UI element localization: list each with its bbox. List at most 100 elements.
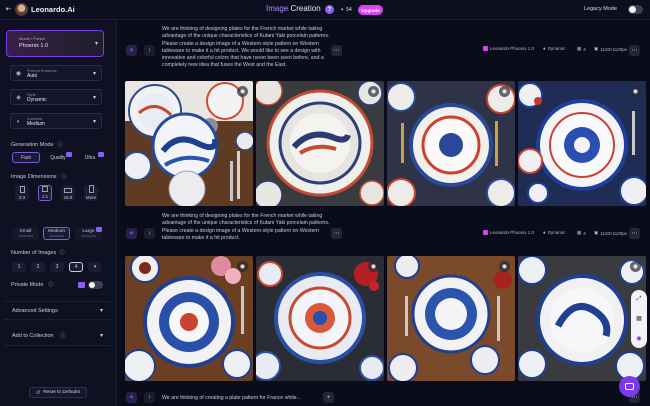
reset-label: Reset to Defaults	[43, 390, 80, 395]
image-dimensions-label: Image Dimensions	[11, 174, 57, 180]
more-options-button[interactable]: ⋯	[331, 228, 342, 239]
plate-artwork-3	[387, 81, 515, 206]
generation-prompt: We are thinking of creating a plate patt…	[162, 395, 301, 401]
style-select[interactable]: ◈ Style Dynamic ▾	[10, 89, 102, 105]
premium-icon	[98, 152, 104, 157]
size-medium-button[interactable]: Medium 1120x1120	[43, 227, 70, 240]
legacy-mode-toggle-knob	[629, 6, 636, 13]
chevron-down-icon: ▾	[94, 41, 98, 47]
generation-settings-button[interactable]: ✧	[126, 45, 137, 56]
upgrade-button[interactable]: Upgrade	[358, 5, 383, 15]
token-counter[interactable]: ✦ 54	[340, 5, 352, 15]
legacy-mode-toggle[interactable]	[628, 5, 643, 14]
assistant-icon[interactable]: ◉	[636, 335, 641, 342]
generation-count: 4	[583, 46, 586, 52]
add-button[interactable]: +	[323, 392, 334, 403]
aspect-1-1-label: 1:1	[41, 194, 49, 199]
generated-image[interactable]: ◉	[387, 256, 515, 381]
aspect-2-3-button[interactable]: 2:3	[15, 185, 29, 201]
reuse-prompt-button[interactable]: ↑	[144, 45, 155, 56]
generation-settings-button[interactable]: ✧	[126, 392, 137, 403]
num-images-3-button[interactable]: 3	[50, 262, 64, 272]
aspect-16-9-button[interactable]: 16:9	[61, 185, 75, 201]
prompt-enhance-select[interactable]: ◉ Prompt Enhance Auto ▾	[10, 65, 102, 81]
generation-menu-button[interactable]: ⋯	[629, 45, 640, 56]
view-icon[interactable]: ◉	[630, 86, 641, 97]
info-icon[interactable]: ⓘ	[61, 174, 67, 180]
size-large-dimensions: 1472x1472	[81, 234, 96, 238]
generated-image[interactable]: ◉	[387, 81, 515, 206]
avatar[interactable]	[15, 3, 28, 16]
mode-fast-button[interactable]: Fast	[12, 152, 40, 163]
page-title-part2: Creation	[290, 4, 321, 13]
generation-count-info: ▩ 4	[577, 230, 586, 236]
generated-image[interactable]: ◉	[518, 81, 646, 206]
style-value: Dynamic	[27, 97, 47, 103]
mode-ultra-button[interactable]: Ultra	[76, 152, 104, 163]
reuse-prompt-button[interactable]: ↑	[144, 228, 155, 239]
token-icon: ✦	[340, 7, 345, 13]
chat-button[interactable]	[619, 376, 640, 397]
more-options-button[interactable]: ⋯	[331, 45, 342, 56]
add-to-collection-section[interactable]: Add to Collection ⓘ ▾	[4, 327, 110, 346]
page-title-part1: Image	[266, 4, 289, 13]
plate-artwork-5	[125, 256, 253, 381]
generation-menu-button[interactable]: ⋯	[629, 228, 640, 239]
brand-name[interactable]: Leonardo.Ai	[31, 5, 75, 14]
sidebar: Model / Preset Phoenix 1.0 ▾ ◉ Prompt En…	[0, 20, 117, 406]
view-icon[interactable]: ◉	[368, 86, 379, 97]
num-images-1-button[interactable]: 1	[12, 262, 26, 272]
view-icon[interactable]: ◉	[630, 261, 641, 272]
grid-icon[interactable]: ▦	[636, 315, 642, 322]
generation-style-info: ● Dynamic	[543, 230, 565, 235]
tall-shape-icon	[88, 185, 94, 193]
info-icon[interactable]: ⓘ	[60, 333, 66, 339]
plate-artwork-1	[125, 81, 253, 206]
menu-expand-icon[interactable]: ⇤	[4, 5, 13, 14]
aspect-1-1-button[interactable]: 1:1	[38, 185, 52, 201]
generated-image[interactable]: ◉	[518, 256, 646, 381]
reset-to-defaults-button[interactable]: ↺ Reset to Defaults	[29, 387, 87, 398]
chevron-down-icon: ▾	[92, 119, 96, 125]
generation-settings-button[interactable]: ✧	[126, 228, 137, 239]
generated-image[interactable]: ◉	[256, 256, 384, 381]
palette-icon: ◈	[16, 94, 21, 101]
plate-artwork-2	[256, 81, 384, 206]
generation-style-name: Dynamic	[547, 230, 566, 235]
size-large-button[interactable]: Large 1472x1472	[75, 227, 102, 240]
generated-image[interactable]: ◉	[256, 81, 384, 206]
images-icon: ▩	[577, 46, 582, 51]
aspect-2-3-label: 2:3	[18, 195, 26, 200]
info-icon[interactable]: ⓘ	[57, 142, 63, 148]
view-icon[interactable]: ◉	[499, 86, 510, 97]
private-mode-toggle[interactable]	[88, 281, 103, 289]
model-selector[interactable]: Model / Preset Phoenix 1.0 ▾	[6, 30, 104, 57]
expand-icon[interactable]: ⤢	[637, 296, 642, 303]
info-icon[interactable]: ⓘ	[59, 250, 65, 256]
num-images-4-button[interactable]: 4	[69, 262, 83, 272]
aspect-more-button[interactable]: More	[84, 185, 98, 201]
advanced-settings-section[interactable]: Advanced Settings ▾	[4, 301, 110, 320]
prompt-enhance-icon: ◉	[15, 70, 22, 77]
view-icon[interactable]: ◉	[237, 86, 248, 97]
mode-quality-button[interactable]: Quality	[44, 152, 72, 163]
num-images-2-button[interactable]: 2	[31, 262, 45, 272]
help-icon[interactable]: ?	[325, 5, 334, 14]
generated-image[interactable]: ◉	[125, 256, 253, 381]
size-small-button[interactable]: Small 1024x1024	[12, 227, 39, 240]
aspect-16-9-label: 16:9	[63, 195, 73, 200]
reuse-prompt-button[interactable]: ↑	[144, 392, 155, 403]
number-of-images-label: Number of Images	[11, 250, 57, 256]
generation-count: 4	[583, 230, 586, 236]
prompt-enhance-value: Auto	[27, 73, 38, 79]
num-images-more-button[interactable]: ▾	[88, 262, 102, 272]
contrast-select[interactable]: ◐ Contrast Medium ▾	[10, 113, 102, 129]
view-icon[interactable]: ◉	[499, 261, 510, 272]
view-icon[interactable]: ◉	[368, 261, 379, 272]
generation-prompt: We are thinking of designing plates for …	[162, 26, 330, 69]
info-icon[interactable]: ⓘ	[48, 282, 54, 288]
view-icon[interactable]: ◉	[237, 261, 248, 272]
token-count: 54	[346, 7, 352, 13]
contrast-icon: ◐	[16, 118, 21, 125]
generated-image[interactable]: ◉	[125, 81, 253, 206]
